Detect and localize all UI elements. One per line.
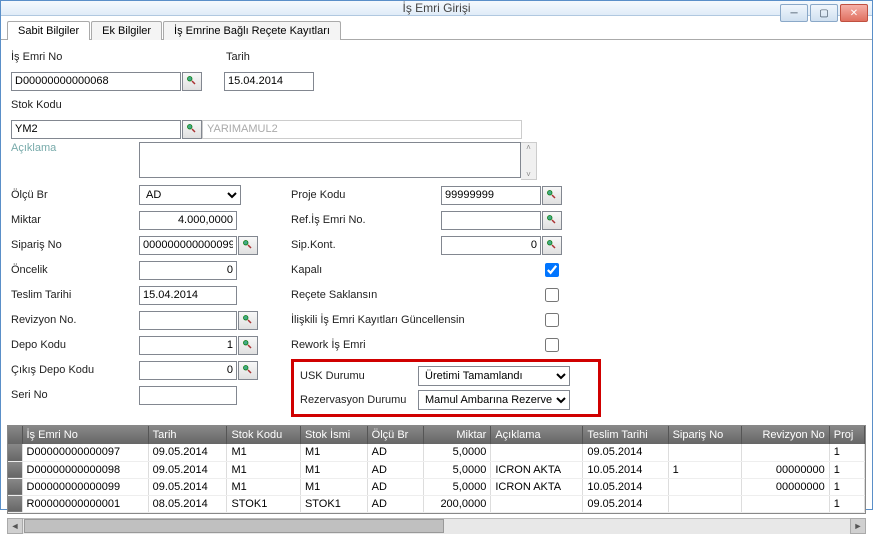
data-grid[interactable]: İş Emri No Tarih Stok Kodu Stok İsmi Ölç…	[8, 426, 865, 513]
grid-header-tarih[interactable]: Tarih	[148, 426, 227, 444]
tab-recete[interactable]: İş Emrine Bağlı Reçete Kayıtları	[163, 21, 341, 40]
depo-kodu-label: Depo Kodu	[11, 339, 139, 351]
seri-no-input[interactable]	[139, 386, 237, 405]
usk-durumu-select[interactable]: Üretimi Tamamlandı	[418, 366, 570, 386]
rework-is-emri-checkbox[interactable]	[545, 338, 559, 352]
kapali-checkbox[interactable]	[545, 263, 559, 277]
cikis-depo-kodu-input[interactable]	[139, 361, 237, 380]
revizyon-no-label: Revizyon No.	[11, 314, 139, 326]
scroll-left-icon[interactable]: ◄	[7, 518, 23, 534]
tabs: Sabit Bilgiler Ek Bilgiler İş Emrine Bağ…	[1, 16, 872, 40]
tarih-label: Tarih	[226, 51, 250, 63]
form-area: İş Emri No Tarih Stok Kodu Açıklama ˄˅	[1, 40, 872, 421]
siparis-no-input[interactable]	[139, 236, 237, 255]
recete-saklansin-label: Reçete Saklansın	[291, 289, 541, 301]
scroll-thumb[interactable]	[24, 519, 444, 533]
grid-header-is-emri-no[interactable]: İş Emri No	[22, 426, 148, 444]
siparis-no-label: Sipariş No	[11, 239, 139, 251]
sip-kont-lookup[interactable]	[542, 236, 562, 255]
app-window: İş Emri Girişi ─ ▢ ✕ Sabit Bilgiler Ek B…	[0, 0, 873, 510]
grid-header-olcu-br[interactable]: Ölçü Br	[367, 426, 423, 444]
proje-kodu-label: Proje Kodu	[291, 189, 441, 201]
tab-ek-bilgiler[interactable]: Ek Bilgiler	[91, 21, 162, 40]
stok-kodu-lookup[interactable]	[182, 120, 202, 139]
grid-header-siparis[interactable]: Sipariş No	[668, 426, 741, 444]
usk-durumu-label: USK Durumu	[300, 370, 418, 382]
stok-adi-display	[202, 120, 522, 139]
olcu-br-label: Ölçü Br	[11, 189, 139, 201]
titlebar: İş Emri Girişi ─ ▢ ✕	[1, 1, 872, 16]
teslim-tarihi-input[interactable]	[139, 286, 237, 305]
horizontal-scrollbar[interactable]: ◄ ►	[7, 518, 866, 534]
seri-no-label: Seri No	[11, 389, 139, 401]
aciklama-input[interactable]	[139, 142, 521, 178]
teslim-tarihi-label: Teslim Tarihi	[11, 289, 139, 301]
oncelik-input[interactable]	[139, 261, 237, 280]
sip-kont-label: Sip.Kont.	[291, 239, 441, 251]
grid-header-teslim[interactable]: Teslim Tarihi	[583, 426, 668, 444]
ref-is-emri-no-lookup[interactable]	[542, 211, 562, 230]
table-row[interactable]: D0000000000009909.05.2014M1M1AD5,0000ICR…	[8, 478, 865, 495]
depo-kodu-input[interactable]	[139, 336, 237, 355]
grid-header-revizyon[interactable]: Revizyon No	[742, 426, 830, 444]
tarih-input[interactable]	[224, 72, 314, 91]
scroll-right-icon[interactable]: ►	[850, 518, 866, 534]
table-row[interactable]: D0000000000009709.05.2014M1M1AD5,000009.…	[8, 444, 865, 461]
iliskili-guncelle-label: İlişkili İş Emri Kayıtları Güncellensin	[291, 314, 541, 326]
window-buttons: ─ ▢ ✕	[780, 4, 868, 22]
grid-header-miktar[interactable]: Miktar	[423, 426, 491, 444]
miktar-input[interactable]	[139, 211, 237, 230]
proje-kodu-lookup[interactable]	[542, 186, 562, 205]
close-button[interactable]: ✕	[840, 4, 868, 22]
iliskili-guncelle-checkbox[interactable]	[545, 313, 559, 327]
table-row[interactable]: D0000000000009809.05.2014M1M1AD5,0000ICR…	[8, 461, 865, 478]
window-title: İş Emri Girişi	[1, 1, 872, 15]
aciklama-scroll[interactable]: ˄˅	[521, 142, 537, 180]
siparis-no-lookup[interactable]	[238, 236, 258, 255]
proje-kodu-input[interactable]	[441, 186, 541, 205]
is-emri-no-label: İş Emri No	[11, 51, 226, 63]
ref-is-emri-no-input[interactable]	[441, 211, 541, 230]
cikis-depo-kodu-lookup[interactable]	[238, 361, 258, 380]
olcu-br-select[interactable]: AD	[139, 185, 241, 205]
kapali-label: Kapalı	[291, 264, 541, 276]
sip-kont-input[interactable]	[441, 236, 541, 255]
grid-header-proj[interactable]: Proj	[829, 426, 864, 444]
depo-kodu-lookup[interactable]	[238, 336, 258, 355]
grid-header-rowsel[interactable]	[8, 426, 22, 444]
minimize-button[interactable]: ─	[780, 4, 808, 22]
cikis-depo-kodu-label: Çıkış Depo Kodu	[11, 364, 139, 376]
table-row[interactable]: R0000000000000108.05.2014STOK1STOK1AD200…	[8, 495, 865, 512]
miktar-label: Miktar	[11, 214, 139, 226]
revizyon-no-input[interactable]	[139, 311, 237, 330]
ref-is-emri-no-label: Ref.İş Emri No.	[291, 214, 441, 226]
stok-kodu-input[interactable]	[11, 120, 181, 139]
maximize-button[interactable]: ▢	[810, 4, 838, 22]
recete-saklansin-checkbox[interactable]	[545, 288, 559, 302]
aciklama-label: Açıklama	[11, 142, 139, 154]
is-emri-no-input[interactable]	[11, 72, 181, 91]
highlight-box: USK Durumu Üretimi Tamamlandı Rezervasyo…	[291, 359, 601, 417]
rezervasyon-durumu-select[interactable]: Mamul Ambarına Rezerve	[418, 390, 570, 410]
grid-header-aciklama[interactable]: Açıklama	[491, 426, 583, 444]
oncelik-label: Öncelik	[11, 264, 139, 276]
tab-sabit-bilgiler[interactable]: Sabit Bilgiler	[7, 21, 90, 40]
rezervasyon-durumu-label: Rezervasyon Durumu	[300, 394, 418, 406]
grid-wrap: İş Emri No Tarih Stok Kodu Stok İsmi Ölç…	[7, 425, 866, 514]
rework-is-emri-label: Rework İş Emri	[291, 339, 541, 351]
grid-header-stok-kodu[interactable]: Stok Kodu	[227, 426, 301, 444]
stok-kodu-label: Stok Kodu	[11, 99, 62, 111]
is-emri-no-lookup[interactable]	[182, 72, 202, 91]
grid-header-stok-ismi[interactable]: Stok İsmi	[300, 426, 367, 444]
revizyon-no-lookup[interactable]	[238, 311, 258, 330]
